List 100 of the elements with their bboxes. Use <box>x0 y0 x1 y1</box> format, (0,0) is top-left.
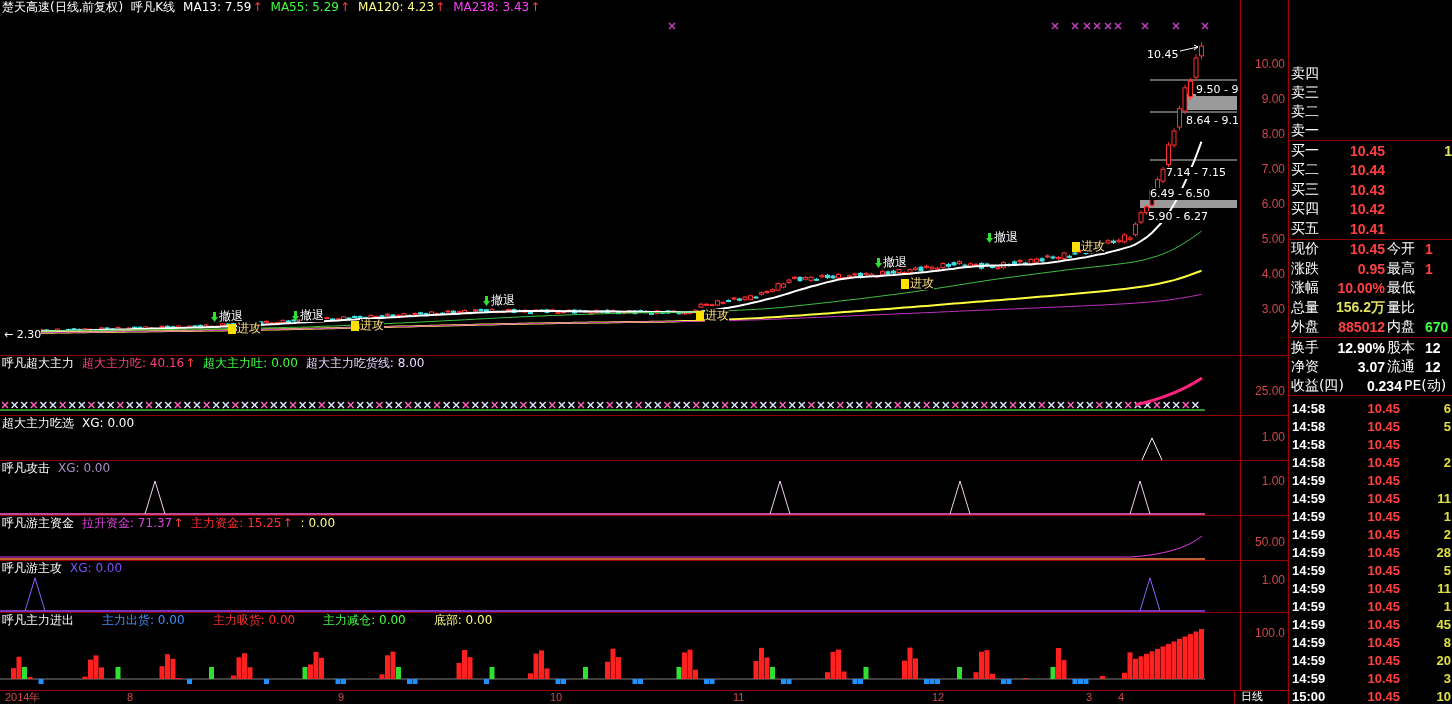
price-mark: ← 2.30 <box>4 329 42 341</box>
axis-label: 3.00 <box>1261 302 1285 316</box>
bid-label: 买三 <box>1290 180 1320 199</box>
ma-value: MA238: 3.43 <box>453 0 530 15</box>
stat-value: 1 <box>1424 241 1434 258</box>
tick-time: 14:59 <box>1291 472 1327 488</box>
tick-volume: 20 <box>1435 652 1452 668</box>
tick-volume: 1 <box>1442 508 1452 524</box>
indicator-title: 呼凡主力进出 <box>2 613 74 628</box>
signal-label: 进攻 <box>705 309 729 322</box>
tick-price: 10.45 <box>1366 508 1400 524</box>
chip-range-label: 5.90 - 6.27 <box>1148 211 1208 223</box>
tick-time: 14:59 <box>1291 580 1327 596</box>
indicator-name: 呼凡K线 <box>131 0 176 15</box>
indicator-value: XG: 0.00 <box>82 416 135 431</box>
indicator-title: 呼凡攻击 <box>2 461 50 476</box>
finance-value: 0.234 <box>1365 377 1402 394</box>
tick-volume: 1 <box>1442 598 1452 614</box>
ask-label: 卖四 <box>1290 64 1320 83</box>
tick-volume: 5 <box>1442 562 1452 578</box>
indicator-value: 主力资金: 15.25 <box>191 516 282 531</box>
up-arrow: ↑ <box>435 0 446 15</box>
tick-time: 14:59 <box>1291 562 1327 578</box>
tick-time: 14:59 <box>1291 508 1327 524</box>
stat-label: 现价 <box>1290 240 1320 259</box>
indicator-value: : 0.00 <box>300 516 336 531</box>
bid-label: 买四 <box>1290 200 1320 219</box>
down-arrow-icon <box>483 295 490 306</box>
tick-time: 14:59 <box>1291 598 1327 614</box>
bid-label: 买二 <box>1290 161 1320 180</box>
axis-label: 50.00 <box>1254 535 1285 549</box>
tick-time: 15:00 <box>1291 688 1327 704</box>
axis-label: 10.00 <box>1254 57 1285 71</box>
signal-label: 撤退 <box>219 310 243 323</box>
tick-price: 10.45 <box>1366 634 1400 650</box>
ask-label: 卖三 <box>1290 83 1320 102</box>
finance-label: PE(动) <box>1402 376 1447 395</box>
bid-price: 10.41 <box>1348 220 1385 237</box>
ma-value: MA13: 7.59 <box>183 0 252 15</box>
tick-price: 10.45 <box>1366 616 1400 632</box>
tick-price: 10.45 <box>1366 526 1400 542</box>
stat-label: 总量 <box>1290 298 1320 317</box>
tick-price: 10.45 <box>1366 418 1400 434</box>
stat-value: 885012 <box>1337 319 1385 336</box>
finance-value: 12 <box>1424 358 1442 375</box>
square-marker-icon <box>351 320 359 331</box>
tick-volume: 2 <box>1442 454 1452 470</box>
tick-price: 10.45 <box>1366 490 1400 506</box>
indicator-value: 超大主力吃货线: 8.00 <box>305 356 425 371</box>
indicator-value: 超大主力吐: 0.00 <box>203 356 298 371</box>
axis-label: 1.00 <box>1261 474 1285 488</box>
ask-label: 卖一 <box>1290 121 1320 140</box>
tick-price: 10.45 <box>1366 472 1400 488</box>
finance-value: 3.07 <box>1356 358 1385 375</box>
tick-price: 10.45 <box>1366 454 1400 470</box>
axis-label: 9.00 <box>1261 92 1285 106</box>
signal-label: 进攻 <box>237 322 261 335</box>
stat-label: 最低 <box>1386 279 1416 298</box>
signal-label: 撤退 <box>300 309 324 322</box>
signal-label: 进攻 <box>360 319 384 332</box>
tick-time: 14:59 <box>1291 634 1327 650</box>
axis-label: 8.00 <box>1261 127 1285 141</box>
stat-value: 10.45 <box>1348 241 1385 258</box>
tick-time: 14:59 <box>1291 670 1327 686</box>
stat-label: 涨幅 <box>1290 279 1320 298</box>
ma-value: MA120: 4.23 <box>358 0 435 15</box>
bid-volume: 1 <box>1443 142 1452 159</box>
tick-time: 14:58 <box>1291 454 1327 470</box>
signal-label: 撤退 <box>491 294 515 307</box>
bid-price: 10.42 <box>1348 201 1385 218</box>
signal-label: 进攻 <box>1081 240 1105 253</box>
bid-label: 买五 <box>1290 219 1320 238</box>
bid-label: 买一 <box>1290 141 1320 160</box>
stat-label: 内盘 <box>1386 318 1416 337</box>
tick-time: 14:59 <box>1291 616 1327 632</box>
indicator-value: 超大主力吃: 40.16 <box>82 356 185 371</box>
tick-time: 14:59 <box>1291 490 1327 506</box>
up-arrow: ↑ <box>185 356 196 371</box>
tick-time: 14:58 <box>1291 400 1327 416</box>
tick-volume: 3 <box>1442 670 1452 686</box>
stat-label: 最高 <box>1386 259 1416 278</box>
tick-price: 10.45 <box>1366 544 1400 560</box>
tick-time: 14:58 <box>1291 418 1327 434</box>
axis-label: 25.00 <box>1254 384 1285 398</box>
tick-time: 14:59 <box>1291 652 1327 668</box>
ma-value: MA55: 5.29 <box>270 0 339 15</box>
axis-label: 5.00 <box>1261 232 1285 246</box>
indicator-value: 主力减仓: 0.00 <box>323 613 406 628</box>
tick-volume: 6 <box>1442 400 1452 416</box>
stat-value: 10.00% <box>1336 280 1385 297</box>
up-arrow: ↑ <box>252 0 263 15</box>
tick-price: 10.45 <box>1366 400 1400 416</box>
signal-label: 进攻 <box>910 277 934 290</box>
stat-label: 今开 <box>1386 240 1416 259</box>
axis-label: 7.00 <box>1261 162 1285 176</box>
square-marker-icon <box>696 310 704 321</box>
stat-value: 0.95 <box>1356 260 1385 277</box>
tick-volume: 11 <box>1436 580 1452 596</box>
finance-label: 股本 <box>1386 338 1416 357</box>
indicator-title: 超大主力吃选 <box>2 416 74 431</box>
